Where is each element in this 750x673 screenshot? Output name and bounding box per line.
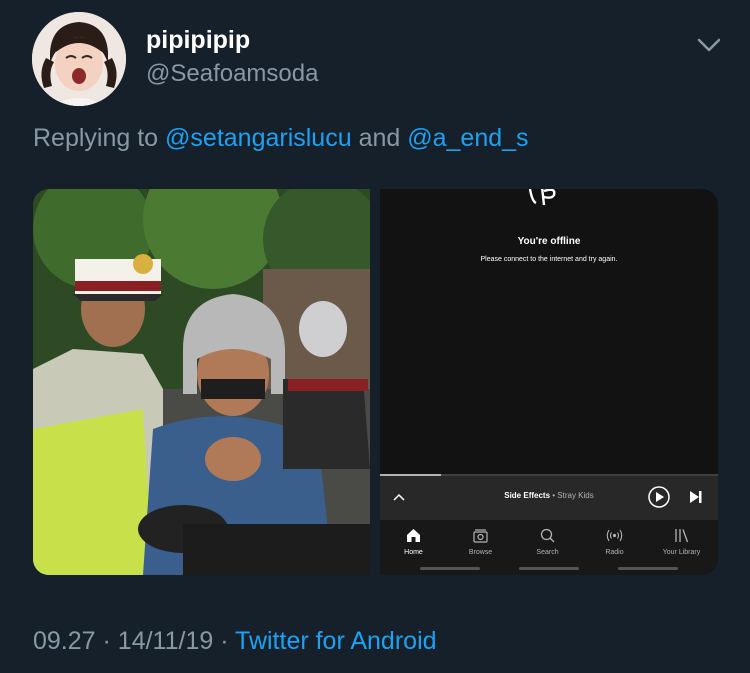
reply-context: Replying to @setangarislucu and @a_end_s [33,124,529,153]
play-icon[interactable] [648,486,670,508]
user-handle[interactable]: @Seafoamsoda [146,60,318,88]
gesture-bar [618,567,678,570]
radio-icon [606,529,623,542]
chevron-up-icon[interactable] [392,492,406,502]
reply-conjunction: and [358,124,401,152]
tab-radio-label: Radio [605,549,624,556]
mention-link-1[interactable]: @setangarislucu [165,124,352,152]
now-playing-artist: Stray Kids [557,491,594,500]
gesture-bar [420,567,480,570]
offline-message: Please connect to the internet and try a… [480,256,618,263]
tweet-date[interactable]: 14/11/19 [118,627,213,655]
avatar-image [32,12,126,106]
tweet-source-link[interactable]: Twitter for Android [235,627,436,655]
meta-separator: · [102,627,111,655]
mini-player[interactable]: Side Effects • Stray Kids [380,476,718,520]
search-icon [540,528,555,543]
photo-attachment[interactable] [33,189,370,575]
bottom-tab-bar: Home Browse Search Radio Your Library [380,520,718,575]
tab-home-label: Home [404,549,423,556]
tab-search-label: Search [536,549,559,556]
meta-separator: · [220,627,229,655]
reply-prefix: Replying to [33,124,159,152]
photo-image [33,189,370,575]
gesture-bar [519,567,579,570]
avatar[interactable] [32,12,126,106]
media-grid: You're offline Please connect to the int… [33,189,718,575]
now-playing: Side Effects • Stray Kids [440,491,658,500]
display-name[interactable]: pipipipip [146,26,250,55]
tab-browse-label: Browse [468,549,493,556]
home-icon [407,529,420,542]
now-playing-title: Side Effects [504,491,551,500]
app-screenshot-attachment[interactable]: You're offline Please connect to the int… [380,189,718,575]
tab-your-library-label: Your Library [662,549,701,556]
chevron-down-icon[interactable] [694,34,724,56]
browse-icon [473,529,488,543]
offline-title: You're offline [517,236,581,247]
skip-next-icon[interactable] [688,490,704,504]
tweet-metadata: 09.27 · 14/11/19 · Twitter for Android [33,627,437,656]
offline-illustration-icon [528,189,556,206]
tweet-time[interactable]: 09.27 [33,627,96,655]
library-icon [675,529,689,543]
mention-link-2[interactable]: @a_end_s [407,124,528,152]
